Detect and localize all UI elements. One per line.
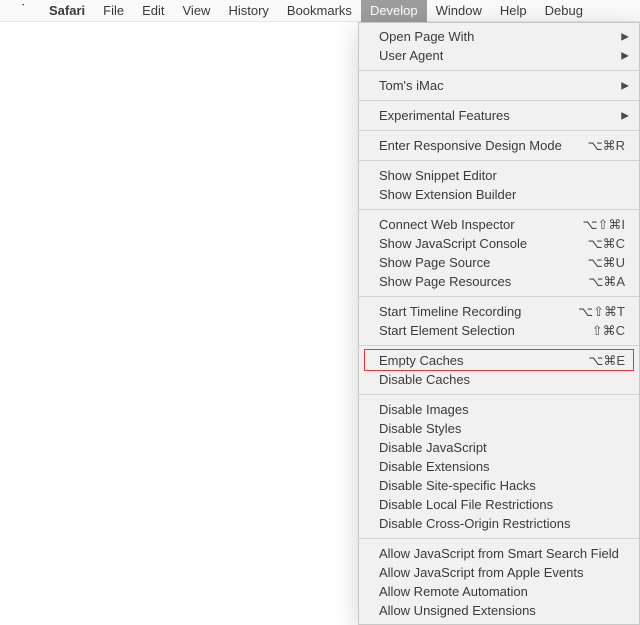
- menu-item-start-element-selection[interactable]: Start Element Selection ⇧⌘C: [359, 321, 639, 340]
- menu-item-shortcut: ⌥⌘C: [588, 234, 625, 253]
- menu-item-empty-caches[interactable]: Empty Caches ⌥⌘E: [359, 351, 639, 370]
- menu-item-label: Disable Styles: [379, 419, 461, 438]
- menubar-item-file[interactable]: File: [94, 0, 133, 22]
- menu-item-tom-s-imac[interactable]: Tom's iMac ▶: [359, 76, 639, 95]
- submenu-arrow-icon: ▶: [621, 106, 629, 125]
- menu-item-connect-web-inspector[interactable]: Connect Web Inspector ⌥⇧⌘I: [359, 215, 639, 234]
- menu-item-disable-styles[interactable]: Disable Styles: [359, 419, 639, 438]
- menu-separator: [359, 100, 639, 101]
- menubar-item-help[interactable]: Help: [491, 0, 536, 22]
- menu-item-disable-images[interactable]: Disable Images: [359, 400, 639, 419]
- menu-item-disable-site-specific-hacks[interactable]: Disable Site-specific Hacks: [359, 476, 639, 495]
- menubar: SafariFileEditViewHistoryBookmarksDevelo…: [0, 0, 640, 22]
- menu-separator: [359, 130, 639, 131]
- menu-item-disable-caches[interactable]: Disable Caches: [359, 370, 639, 389]
- menu-item-label: Empty Caches: [379, 351, 464, 370]
- menu-item-start-timeline-recording[interactable]: Start Timeline Recording ⌥⇧⌘T: [359, 302, 639, 321]
- menu-item-label: Show Page Source: [379, 253, 490, 272]
- menu-item-shortcut: ⌥⌘U: [588, 253, 625, 272]
- menu-item-label: Allow Unsigned Extensions: [379, 601, 536, 620]
- menu-item-disable-extensions[interactable]: Disable Extensions: [359, 457, 639, 476]
- menu-item-user-agent[interactable]: User Agent ▶: [359, 46, 639, 65]
- menubar-item-bookmarks[interactable]: Bookmarks: [278, 0, 361, 22]
- menu-item-label: Disable Cross-Origin Restrictions: [379, 514, 570, 533]
- develop-menu-dropdown: Open Page With▶User Agent▶Tom's iMac▶Exp…: [358, 22, 640, 625]
- menu-item-allow-unsigned-extensions[interactable]: Allow Unsigned Extensions: [359, 601, 639, 620]
- menu-item-label: Allow JavaScript from Smart Search Field: [379, 544, 619, 563]
- menu-item-label: Start Timeline Recording: [379, 302, 521, 321]
- menu-item-disable-javascript[interactable]: Disable JavaScript: [359, 438, 639, 457]
- menu-item-label: Disable Extensions: [379, 457, 490, 476]
- menu-item-disable-local-file-restrictions[interactable]: Disable Local File Restrictions: [359, 495, 639, 514]
- menu-item-shortcut: ⌥⇧⌘I: [583, 215, 626, 234]
- menu-item-show-extension-builder[interactable]: Show Extension Builder: [359, 185, 639, 204]
- menu-separator: [359, 296, 639, 297]
- menu-item-show-snippet-editor[interactable]: Show Snippet Editor: [359, 166, 639, 185]
- menu-item-shortcut: ⌥⌘A: [588, 272, 625, 291]
- menu-item-show-page-resources[interactable]: Show Page Resources ⌥⌘A: [359, 272, 639, 291]
- menu-item-label: Show Page Resources: [379, 272, 511, 291]
- menu-item-label: Tom's iMac: [379, 76, 444, 95]
- menubar-item-debug[interactable]: Debug: [536, 0, 592, 22]
- menu-item-label: Open Page With: [379, 27, 474, 46]
- menu-item-label: Disable Local File Restrictions: [379, 495, 553, 514]
- menubar-item-view[interactable]: View: [174, 0, 220, 22]
- submenu-arrow-icon: ▶: [621, 27, 629, 46]
- menu-item-allow-remote-automation[interactable]: Allow Remote Automation: [359, 582, 639, 601]
- menubar-item-window[interactable]: Window: [427, 0, 491, 22]
- menu-item-disable-cross-origin-restrictions[interactable]: Disable Cross-Origin Restrictions: [359, 514, 639, 533]
- submenu-arrow-icon: ▶: [621, 46, 629, 65]
- menu-separator: [359, 538, 639, 539]
- menubar-item-edit[interactable]: Edit: [133, 0, 173, 22]
- menu-item-label: Connect Web Inspector: [379, 215, 515, 234]
- menu-item-label: Experimental Features: [379, 106, 510, 125]
- menu-item-label: Show Snippet Editor: [379, 166, 497, 185]
- menu-item-allow-javascript-from-smart-search-field[interactable]: Allow JavaScript from Smart Search Field: [359, 544, 639, 563]
- menu-separator: [359, 394, 639, 395]
- menu-item-shortcut: ⌥⇧⌘T: [578, 302, 625, 321]
- menu-item-show-javascript-console[interactable]: Show JavaScript Console ⌥⌘C: [359, 234, 639, 253]
- menu-separator: [359, 160, 639, 161]
- menu-separator: [359, 70, 639, 71]
- menu-item-open-page-with[interactable]: Open Page With ▶: [359, 27, 639, 46]
- menu-item-shortcut: ⌥⌘R: [588, 136, 625, 155]
- submenu-arrow-icon: ▶: [621, 76, 629, 95]
- menu-item-label: Show Extension Builder: [379, 185, 516, 204]
- menu-separator: [359, 345, 639, 346]
- menu-item-label: Disable Caches: [379, 370, 470, 389]
- menu-item-label: Show JavaScript Console: [379, 234, 527, 253]
- menubar-item-safari[interactable]: Safari: [40, 0, 94, 22]
- menu-item-label: Enter Responsive Design Mode: [379, 136, 562, 155]
- menu-item-enter-responsive-design-mode[interactable]: Enter Responsive Design Mode ⌥⌘R: [359, 136, 639, 155]
- menu-item-label: Allow Remote Automation: [379, 582, 528, 601]
- menu-item-label: Disable JavaScript: [379, 438, 487, 457]
- menubar-item-history[interactable]: History: [219, 0, 277, 22]
- menu-item-label: Disable Site-specific Hacks: [379, 476, 536, 495]
- menu-item-experimental-features[interactable]: Experimental Features ▶: [359, 106, 639, 125]
- menu-item-label: User Agent: [379, 46, 443, 65]
- menu-item-label: Start Element Selection: [379, 321, 515, 340]
- menu-item-shortcut: ⌥⌘E: [588, 351, 625, 370]
- menu-separator: [359, 209, 639, 210]
- menu-item-label: Disable Images: [379, 400, 469, 419]
- menubar-item-develop[interactable]: Develop: [361, 0, 427, 22]
- apple-menu-icon[interactable]: [14, 4, 28, 18]
- menu-item-shortcut: ⇧⌘C: [592, 321, 625, 340]
- menu-item-show-page-source[interactable]: Show Page Source ⌥⌘U: [359, 253, 639, 272]
